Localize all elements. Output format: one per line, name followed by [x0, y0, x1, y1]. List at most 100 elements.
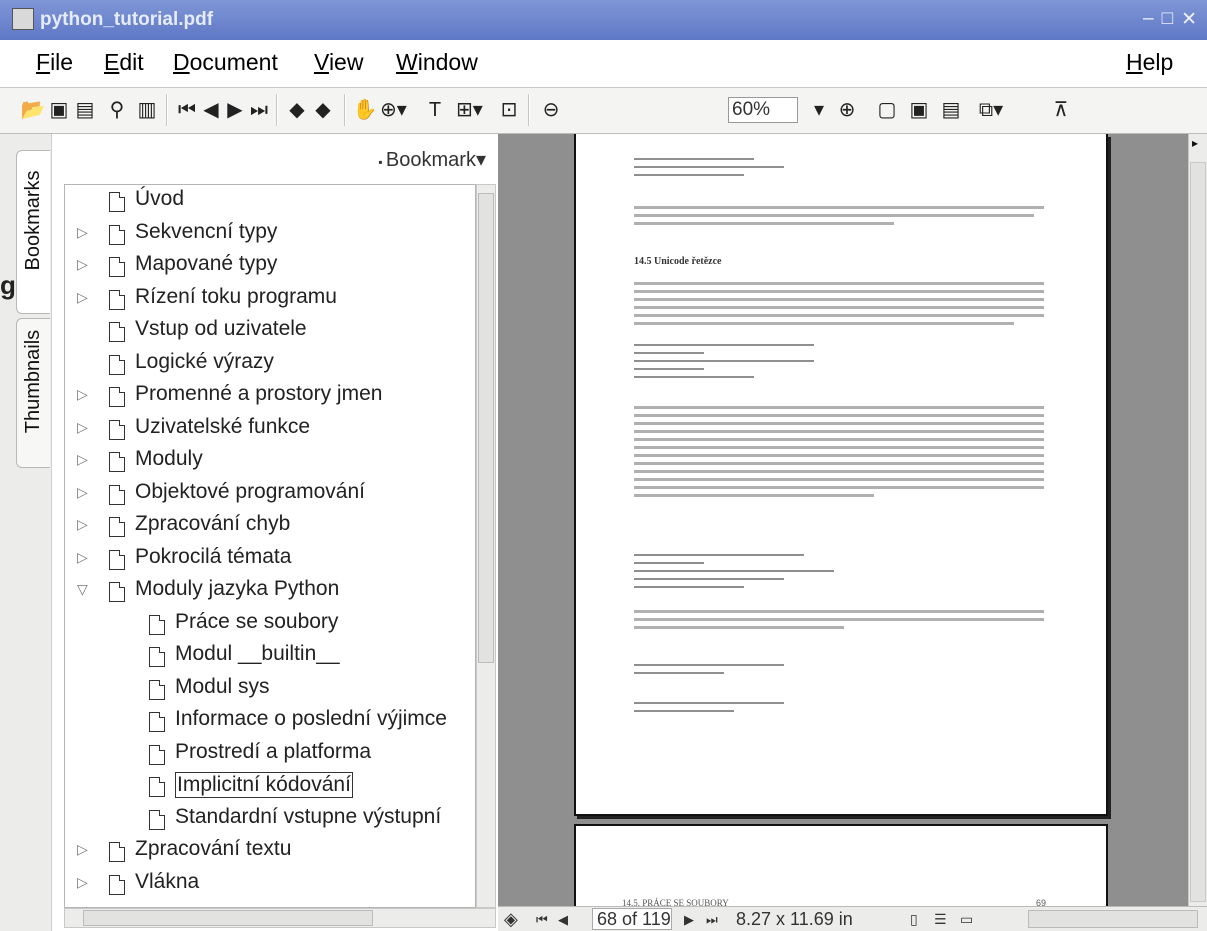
- bookmark-page-icon: [149, 744, 165, 765]
- page-text-line: [634, 290, 1044, 293]
- page-text-line: [634, 586, 744, 588]
- page-navigation-icon[interactable]: ◈: [504, 909, 518, 930]
- page-number-field[interactable]: 68 of 119: [592, 908, 672, 930]
- expand-icon[interactable]: ▷: [77, 451, 93, 468]
- open-icon[interactable]: 📂: [20, 96, 46, 124]
- document-view[interactable]: 14.5 Unicode řetězce 14.5. PRÁCE SE SOUB…: [498, 134, 1188, 924]
- bookmark-label: Vlákna: [135, 869, 200, 893]
- previous-page-icon[interactable]: ◀: [198, 96, 224, 124]
- bookmark-page-icon: [109, 452, 125, 472]
- expand-icon[interactable]: ▷: [77, 224, 93, 241]
- expand-icon[interactable]: ▷: [77, 549, 93, 566]
- scroll-right-arrow-icon[interactable]: ▸: [1192, 136, 1198, 150]
- facing-layout-icon[interactable]: ▭: [960, 911, 973, 928]
- menu-file[interactable]: File: [36, 49, 73, 76]
- bookmark-label: Prostredí a platforma: [175, 739, 372, 763]
- app-icon[interactable]: [12, 8, 34, 30]
- maximize-button[interactable]: □: [1162, 8, 1173, 31]
- page-text-line: [634, 222, 894, 225]
- zoom-field[interactable]: [728, 97, 798, 123]
- expand-icon[interactable]: ▷: [77, 874, 93, 891]
- toolbar-separator: [166, 94, 168, 126]
- go-forward-icon[interactable]: ◆: [310, 96, 336, 124]
- show-hide-navigation-icon[interactable]: ▥: [134, 96, 160, 124]
- scrollbar-thumb[interactable]: [478, 193, 494, 663]
- bookmark-page-icon: [109, 387, 125, 407]
- go-back-icon[interactable]: ◆: [284, 96, 310, 124]
- minimize-button[interactable]: –: [1143, 8, 1154, 31]
- bookmark-page-icon: [149, 809, 165, 830]
- bookmark-label: Uzivatelské funkce: [135, 414, 311, 438]
- tab-bookmarks-label: Bookmarks: [22, 170, 44, 271]
- expand-icon[interactable]: ▷: [77, 419, 93, 436]
- page-text-line: [634, 306, 1044, 309]
- expand-icon[interactable]: ▷: [77, 289, 93, 306]
- zoom-out-icon[interactable]: ⊖: [538, 96, 564, 124]
- page-text-line: [634, 414, 1044, 417]
- page-text-line: [634, 282, 1044, 285]
- page-text-line: [634, 360, 814, 362]
- next-page-icon[interactable]: ▶: [222, 96, 248, 124]
- continuous-layout-icon[interactable]: ☰: [934, 911, 947, 928]
- rotate-icon[interactable]: ⧉▾: [978, 96, 1004, 124]
- text-select-tool-icon[interactable]: T: [422, 96, 448, 124]
- bookmark-menu-button[interactable]: ▪ Bookmark▾: [378, 147, 486, 172]
- fit-page-icon[interactable]: ▣: [906, 96, 932, 124]
- actual-size-icon[interactable]: ▢: [874, 96, 900, 124]
- expand-icon[interactable]: ▷: [77, 484, 93, 501]
- bookmark-page-icon: [109, 419, 125, 440]
- collapse-icon[interactable]: ▽: [77, 581, 93, 598]
- page-text-line: [634, 446, 1044, 449]
- zoom-dropdown-icon[interactable]: ▾: [806, 96, 832, 124]
- reflow-icon[interactable]: ⊼: [1048, 96, 1074, 124]
- page-text-line: [634, 462, 1044, 465]
- scrollbar-thumb[interactable]: [83, 910, 373, 926]
- expand-icon[interactable]: ▷: [77, 516, 93, 533]
- bookmark-page-icon: [109, 224, 125, 245]
- page-text-line: [634, 562, 704, 564]
- expand-icon[interactable]: ▷: [77, 386, 93, 403]
- bookmark-page-icon: [109, 192, 125, 212]
- menu-window[interactable]: Window: [396, 49, 478, 76]
- column-select-tool-icon[interactable]: ⊞▾: [456, 96, 483, 124]
- bookmark-label: Zpracování chyb: [135, 512, 291, 535]
- status-bar: ◈ ⏮ ◀ 68 of 119 ▶ ⏭ 8.27 x 11.69 in ▯ ☰ …: [498, 906, 1207, 931]
- menu-edit[interactable]: Edit: [104, 49, 144, 76]
- scrollbar-thumb[interactable]: [1190, 162, 1206, 902]
- bookmark-label: Pokrocilá témata: [135, 544, 292, 568]
- bookmark-page-icon: [109, 842, 125, 862]
- print-icon[interactable]: ▤: [72, 96, 98, 124]
- document-vertical-scrollbar[interactable]: ▸: [1188, 134, 1207, 906]
- tab-thumbnails[interactable]: Thumbnails: [16, 318, 50, 468]
- hand-tool-icon[interactable]: ✋: [352, 96, 378, 124]
- find-icon[interactable]: ⚲: [104, 96, 130, 124]
- bookmark-page-icon: [149, 712, 165, 732]
- save-icon[interactable]: ▣: [46, 96, 72, 124]
- single-page-layout-icon[interactable]: ▯: [910, 911, 918, 928]
- crop-tool-icon[interactable]: ⊡: [496, 96, 522, 124]
- page-text-line: [634, 470, 1044, 473]
- menu-document[interactable]: Document: [173, 49, 278, 76]
- document-horizontal-scrollbar[interactable]: [1028, 910, 1198, 928]
- tab-bookmarks[interactable]: Bookmarks: [16, 150, 50, 314]
- last-page-icon[interactable]: ⏭: [246, 96, 272, 124]
- page-text-line: [634, 368, 704, 370]
- previous-page-icon[interactable]: ◀: [558, 912, 568, 928]
- fit-width-icon[interactable]: ▤: [938, 96, 964, 124]
- first-page-icon[interactable]: ⏮: [174, 96, 200, 124]
- bookmarks-horizontal-scrollbar[interactable]: [64, 908, 496, 928]
- zoom-tool-icon[interactable]: ⊕▾: [380, 96, 407, 124]
- next-page-icon[interactable]: ▶: [684, 912, 694, 928]
- expand-icon[interactable]: ▷: [77, 841, 93, 858]
- zoom-in-icon[interactable]: ⊕: [834, 96, 860, 124]
- bookmarks-vertical-scrollbar[interactable]: [476, 184, 496, 908]
- menu-view[interactable]: View: [314, 49, 363, 76]
- pdf-page[interactable]: 14.5 Unicode řetězce: [574, 134, 1108, 816]
- first-page-icon[interactable]: ⏮: [536, 912, 548, 928]
- page-text-line: [634, 626, 844, 629]
- close-button[interactable]: ✕: [1181, 8, 1197, 31]
- expand-icon[interactable]: ▷: [77, 256, 93, 273]
- section-heading: 14.5 Unicode řetězce: [634, 256, 722, 267]
- last-page-icon[interactable]: ⏭: [706, 912, 718, 928]
- menu-help[interactable]: Help: [1126, 49, 1173, 76]
